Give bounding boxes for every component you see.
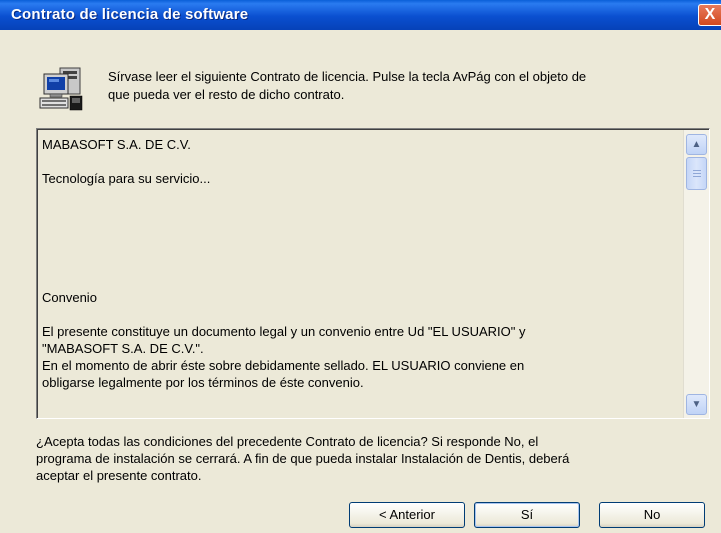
license-text-area[interactable]: MABASOFT S.A. DE C.V. Tecnología para su… xyxy=(36,128,710,419)
license-line xyxy=(42,238,682,255)
license-line xyxy=(42,204,682,221)
license-text[interactable]: MABASOFT S.A. DE C.V. Tecnología para su… xyxy=(42,136,682,391)
no-button[interactable]: No xyxy=(599,502,705,528)
yes-button[interactable]: Sí xyxy=(474,502,580,528)
chevron-up-icon[interactable]: ▲ xyxy=(686,134,707,155)
accept-question: ¿Acepta todas las condiciones del preced… xyxy=(36,433,716,484)
back-button[interactable]: < Anterior xyxy=(349,502,465,528)
license-line xyxy=(42,272,682,289)
chevron-down-icon[interactable]: ▼ xyxy=(686,394,707,415)
question-line: ¿Acepta todas las condiciones del preced… xyxy=(36,434,539,449)
vertical-scrollbar[interactable]: ▲ ▼ xyxy=(683,130,709,418)
computer-setup-icon xyxy=(39,67,83,111)
license-line: obligarse legalmente por los términos de… xyxy=(42,375,364,390)
license-line: El presente constituye un documento lega… xyxy=(42,324,526,339)
license-line xyxy=(42,153,682,170)
license-line: "MABASOFT S.A. DE C.V.". xyxy=(42,341,204,356)
license-line xyxy=(42,306,682,323)
question-line: aceptar el presente contrato. xyxy=(36,468,202,483)
license-line xyxy=(42,187,682,204)
license-line: MABASOFT S.A. DE C.V. xyxy=(42,137,191,152)
license-line: En el momento de abrir éste sobre debida… xyxy=(42,358,525,373)
instructions-line: que pueda ver el resto de dicho contrato… xyxy=(108,87,345,102)
scroll-thumb[interactable] xyxy=(686,157,707,190)
license-line: Convenio xyxy=(42,290,97,305)
instructions-text: Sírvase leer el siguiente Contrato de li… xyxy=(108,68,718,104)
question-line: programa de instalación se cerrará. A fi… xyxy=(36,451,570,466)
license-line: Tecnología para su servicio... xyxy=(42,171,211,186)
close-button[interactable]: X xyxy=(698,4,721,26)
license-line xyxy=(42,221,682,238)
license-line xyxy=(42,255,682,272)
instructions-line: Sírvase leer el siguiente Contrato de li… xyxy=(108,69,587,84)
window-title: Contrato de licencia de software xyxy=(11,6,249,23)
title-bar[interactable]: Contrato de licencia de software X xyxy=(0,0,721,30)
